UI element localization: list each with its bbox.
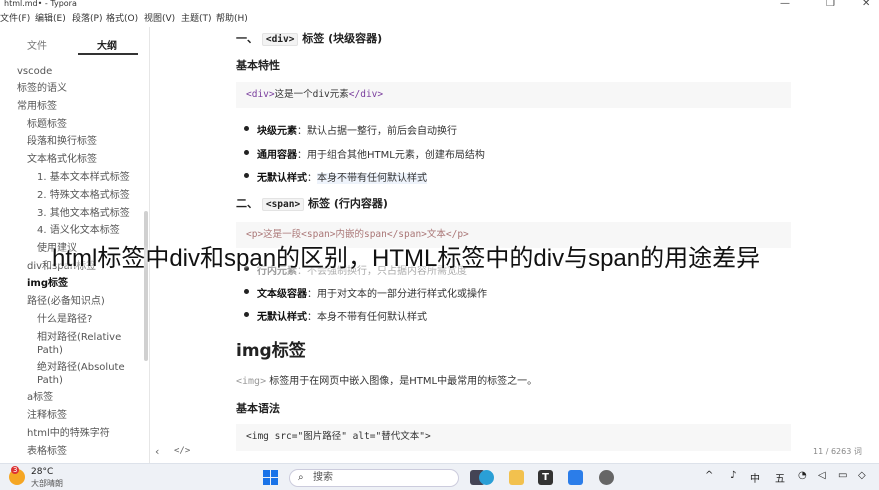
- menu-paragraph[interactable]: 段落(P): [72, 11, 102, 27]
- windows-start-icon[interactable]: [263, 470, 278, 485]
- weather-desc: 大部晴朗: [31, 479, 63, 488]
- list-item-bold: 无默认样式: [257, 312, 307, 323]
- app-icon[interactable]: [599, 470, 614, 485]
- paragraph: <img> 标签用于在网页中嵌入图像，是HTML中最常用的标签之一。: [236, 372, 537, 387]
- subheading: 基本语法: [236, 402, 280, 415]
- code-block[interactable]: <div>这是一个div元素</div>: [236, 82, 791, 108]
- list-item-text: ：本身不带有任何默认样式: [307, 312, 427, 323]
- toc-item[interactable]: a标签: [27, 392, 53, 404]
- notification-icon[interactable]: ◇: [858, 470, 866, 481]
- heading-text: 标签 (块级容器): [302, 32, 383, 45]
- heading-text: 标签 (行内容器): [308, 197, 388, 210]
- toc-item[interactable]: 段落和换行标签: [27, 136, 97, 148]
- weather-temp: 28°C: [31, 467, 54, 477]
- menu-format[interactable]: 格式(O): [106, 11, 138, 27]
- list-item-bold: 文本级容器: [257, 289, 307, 300]
- list-item-text-highlight: 本身不带有任何默认样式: [317, 173, 427, 184]
- window-title: html.md• - Typora: [4, 0, 77, 8]
- list-item: 块级元素：默认占据一整行，前后会自动换行: [244, 122, 457, 137]
- battery-icon[interactable]: ▭: [838, 470, 847, 481]
- typora-icon[interactable]: T: [538, 470, 553, 485]
- list-item-bold: 块级元素: [257, 126, 297, 137]
- word-count[interactable]: 11 / 6263 词: [813, 446, 862, 457]
- close-icon[interactable]: ✕: [862, 0, 870, 10]
- toc-item[interactable]: Path): [37, 375, 63, 387]
- inline-code: <span>: [261, 198, 305, 211]
- chevron-up-icon[interactable]: ^: [705, 470, 713, 481]
- list-item: 无默认样式：本身不带有任何默认样式: [244, 169, 427, 184]
- subheading: 基本特性: [236, 59, 280, 72]
- list-item: 通用容器：用于组合其他HTML元素，创建布局结构: [244, 146, 485, 161]
- volume-icon[interactable]: ◁: [818, 470, 826, 481]
- maximize-icon[interactable]: ❐: [826, 0, 835, 10]
- code-block[interactable]: <img src="图片路径" alt="替代文本">: [236, 424, 791, 451]
- toc-item[interactable]: 路径(必备知识点): [27, 296, 105, 308]
- tab-files[interactable]: 文件: [27, 37, 47, 52]
- source-code-icon[interactable]: </>: [174, 446, 190, 456]
- taskbar-search[interactable]: ⌕ 搜索: [289, 469, 459, 487]
- taskbar: 3 28°C 大部晴朗 ⌕ 搜索 T ^ ♪ 中 五 ◔ ◁ ▭ ◇: [0, 463, 879, 490]
- menu-theme[interactable]: 主题(T): [181, 11, 212, 27]
- menu-view[interactable]: 视图(V): [144, 11, 175, 27]
- active-tab-indicator: [78, 53, 138, 55]
- list-item: 文本级容器：用于对文本的一部分进行样式化或操作: [244, 285, 487, 300]
- toc-item[interactable]: 相对路径(Relative: [37, 332, 121, 344]
- list-item-bold: 无默认样式: [257, 173, 307, 184]
- vscode-icon[interactable]: [568, 470, 583, 485]
- paragraph-text: 标签用于在网页中嵌入图像，是HTML中最常用的标签之一。: [266, 376, 538, 387]
- toc-item[interactable]: 什么是路径?: [37, 314, 92, 326]
- menu-edit[interactable]: 编辑(E): [35, 11, 66, 27]
- search-icon: ⌕: [298, 472, 304, 483]
- toggle-sidebar-icon[interactable]: ‹: [155, 445, 159, 458]
- toc-item[interactable]: 2. 特殊文本格式标签: [37, 190, 130, 202]
- heading-prefix: 一、: [236, 32, 258, 45]
- toc-item[interactable]: 绝对路径(Absolute: [37, 362, 125, 374]
- network-icon[interactable]: ◔: [798, 470, 807, 481]
- toc-item[interactable]: 4. 语义化文本标签: [37, 225, 120, 237]
- toc-item[interactable]: 1. 基本文本样式标签: [37, 172, 130, 184]
- toc-item[interactable]: 注释标签: [27, 410, 67, 422]
- title-bar: html.md• - Typora — ❐ ✕: [0, 0, 879, 10]
- toc-item[interactable]: 文本格式化标签: [27, 154, 97, 166]
- inline-code: <div>: [261, 33, 299, 46]
- sidebar-scrollbar[interactable]: [144, 211, 148, 361]
- sidebar-footer: ‹ </>: [0, 443, 190, 461]
- menu-help[interactable]: 帮助(H): [216, 11, 248, 27]
- list-item-colon: ：: [307, 173, 317, 184]
- tab-outline[interactable]: 大纲: [97, 37, 117, 52]
- img-heading: img标签: [236, 341, 306, 361]
- edge-icon[interactable]: [479, 470, 494, 485]
- toc-item[interactable]: 标签的语义: [17, 83, 67, 95]
- code-tag: </div>: [348, 89, 384, 100]
- menu-file[interactable]: 文件(F): [0, 11, 30, 27]
- list-item-text: ：默认占据一整行，前后会自动换行: [297, 126, 457, 137]
- list-item: 无默认样式：本身不带有任何默认样式: [244, 308, 427, 323]
- inline-code: <img>: [236, 376, 267, 387]
- menu-bar: 文件(F) 编辑(E) 段落(P) 格式(O) 视图(V) 主题(T) 帮助(H…: [0, 11, 879, 27]
- code-text: 这是一个div元素: [274, 89, 349, 100]
- toc-item[interactable]: 常用标签: [17, 101, 57, 113]
- section-heading-div: 一、 <div> 标签 (块级容器): [236, 30, 382, 46]
- section-heading-span: 二、 <span> 标签 (行内容器): [236, 195, 388, 211]
- overlay-caption: html标签中div和span的区别，HTML标签中的div与span的用途差异: [52, 245, 761, 272]
- list-item-bold: 通用容器: [257, 150, 297, 161]
- toc-item[interactable]: html中的特殊字符: [27, 428, 110, 440]
- search-placeholder: 搜索: [313, 472, 333, 483]
- file-explorer-icon[interactable]: [509, 470, 524, 485]
- heading-prefix: 二、: [236, 197, 258, 210]
- ime-language[interactable]: 中: [750, 470, 760, 485]
- toc-item-active[interactable]: img标签: [27, 278, 68, 290]
- toc-item[interactable]: vscode: [17, 66, 52, 78]
- code-text: <img src="图片路径" alt="替代文本">: [246, 431, 431, 442]
- list-item-text: ：用于对文本的一部分进行样式化或操作: [307, 289, 487, 300]
- toc-item[interactable]: 标题标签: [27, 119, 67, 131]
- code-tag: <div>: [246, 89, 275, 100]
- ime-mode[interactable]: 五: [775, 470, 785, 485]
- list-item-text: ：用于组合其他HTML元素，创建布局结构: [297, 150, 485, 161]
- minimize-icon[interactable]: —: [780, 0, 790, 10]
- microphone-icon[interactable]: ♪: [730, 470, 736, 481]
- toc-item[interactable]: 3. 其他文本格式标签: [37, 208, 130, 220]
- toc-item[interactable]: Path): [37, 345, 63, 357]
